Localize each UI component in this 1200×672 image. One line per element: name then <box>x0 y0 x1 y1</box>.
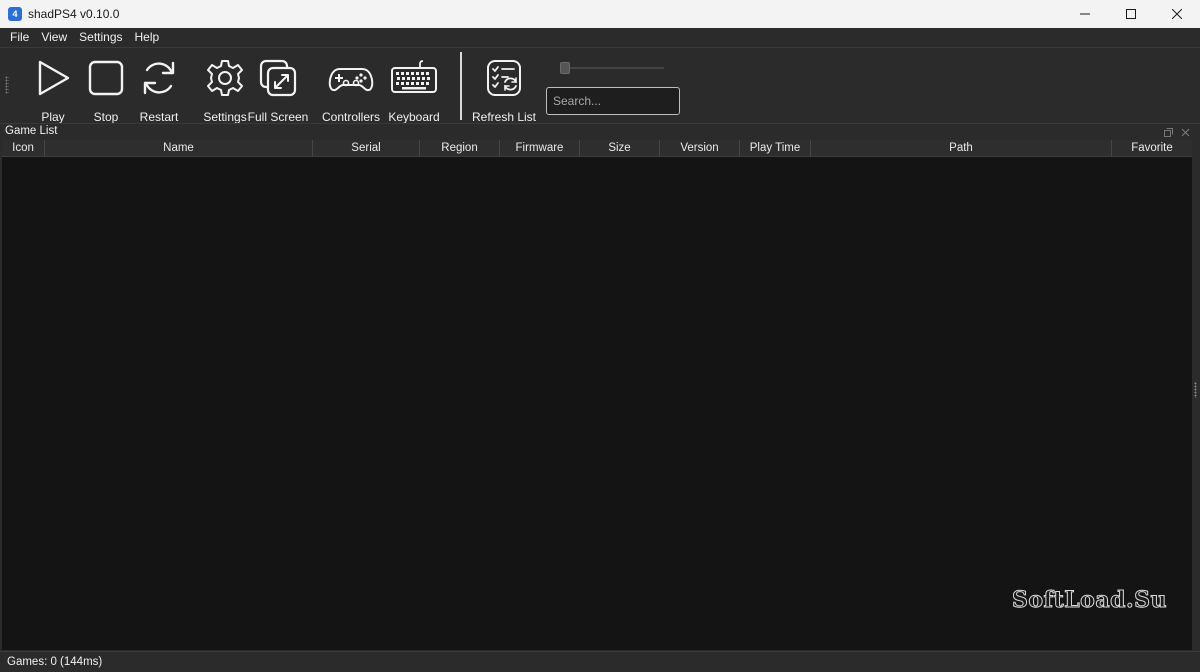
settings-label: Settings <box>203 110 247 124</box>
stop-button[interactable]: Stop <box>86 52 126 124</box>
window-title: shadPS4 v0.10.0 <box>28 7 120 21</box>
restart-button[interactable]: Restart <box>138 52 180 124</box>
stop-label: Stop <box>93 110 119 124</box>
column-header-serial[interactable]: Serial <box>313 140 420 157</box>
menu-file[interactable]: File <box>4 28 35 47</box>
menu-settings[interactable]: Settings <box>73 28 128 47</box>
gamepad-icon <box>328 68 374 92</box>
minimize-icon <box>1080 13 1090 15</box>
column-header-firmware[interactable]: Firmware <box>500 140 580 157</box>
menu-help[interactable]: Help <box>129 28 166 47</box>
dock-close-button[interactable] <box>1179 126 1191 138</box>
menu-view[interactable]: View <box>35 28 73 47</box>
play-label: Play <box>41 110 65 124</box>
maximize-button[interactable] <box>1108 0 1154 28</box>
close-button[interactable] <box>1154 0 1200 28</box>
refresh-list-label: Refresh List <box>471 110 537 124</box>
splitter-handle[interactable] <box>1194 382 1197 398</box>
float-icon <box>1163 127 1173 137</box>
refresh-list-icon <box>487 60 521 96</box>
slider-handle[interactable] <box>560 62 570 74</box>
settings-button[interactable]: Settings <box>203 52 247 124</box>
restart-label: Restart <box>139 110 179 124</box>
fullscreen-button[interactable]: Full Screen <box>248 52 308 124</box>
column-header-name[interactable]: Name <box>45 140 313 157</box>
column-header-icon[interactable]: Icon <box>2 140 45 157</box>
play-icon <box>38 60 70 96</box>
play-button[interactable]: Play <box>32 52 74 124</box>
game-list-dock-header: Game List <box>0 123 1200 140</box>
game-list-table[interactable]: Icon Name Serial Region Firmware Size Ve… <box>2 140 1192 650</box>
maximize-icon <box>1126 9 1136 19</box>
keyboard-button[interactable]: Keyboard <box>388 52 440 124</box>
close-icon <box>1172 9 1182 19</box>
column-header-path[interactable]: Path <box>811 140 1112 157</box>
games-count-status: Games: 0 (144ms) <box>7 656 103 668</box>
fullscreen-icon <box>259 59 297 97</box>
app-icon: 4 <box>8 7 22 21</box>
toolbar: Play Stop Restart Settings Full Screen C… <box>0 47 1200 124</box>
search-input[interactable] <box>546 87 680 115</box>
watermark: SoftLoad.Su <box>1011 587 1168 614</box>
slider-track[interactable] <box>564 67 664 69</box>
icon-size-slider[interactable] <box>560 62 666 74</box>
toolbar-grip-icon[interactable] <box>5 76 9 94</box>
toolbar-separator <box>460 52 462 120</box>
dock-title: Game List <box>5 125 58 137</box>
column-header-version[interactable]: Version <box>660 140 740 157</box>
minimize-button[interactable] <box>1062 0 1108 28</box>
column-header-region[interactable]: Region <box>420 140 500 157</box>
keyboard-icon <box>391 60 437 93</box>
column-header-play-time[interactable]: Play Time <box>740 140 811 157</box>
controllers-button[interactable]: Controllers <box>322 52 380 124</box>
gear-icon <box>207 60 243 96</box>
column-header-size[interactable]: Size <box>580 140 660 157</box>
refresh-list-button[interactable]: Refresh List <box>472 52 536 124</box>
column-header-favorite[interactable]: Favorite <box>1112 140 1192 157</box>
status-bar: Games: 0 (144ms) <box>0 651 1200 672</box>
keyboard-label: Keyboard <box>388 110 440 124</box>
dock-float-button[interactable] <box>1162 126 1174 138</box>
fullscreen-label: Full Screen <box>247 110 309 124</box>
controllers-label: Controllers <box>321 110 381 124</box>
table-header: Icon Name Serial Region Firmware Size Ve… <box>2 140 1192 157</box>
close-icon <box>1181 128 1189 136</box>
restart-icon <box>143 61 175 95</box>
stop-icon <box>88 60 124 96</box>
menu-bar: File View Settings Help <box>0 28 1200 47</box>
title-bar: 4 shadPS4 v0.10.0 <box>0 0 1200 28</box>
window-controls <box>1062 0 1200 28</box>
